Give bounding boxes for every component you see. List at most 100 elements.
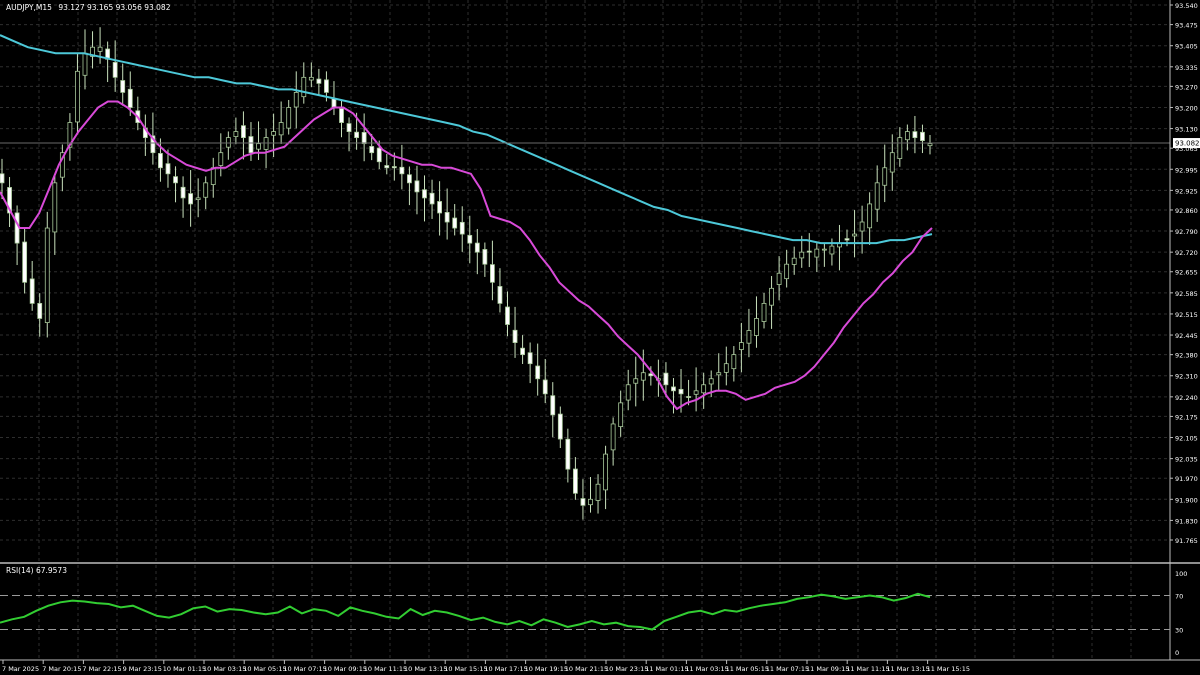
candle-body <box>791 257 797 265</box>
candle-body <box>565 438 571 470</box>
time-tick-label: 10 Mar 13:15 <box>404 665 447 673</box>
current-price-value: 93.082 <box>1175 140 1200 148</box>
price-axis: 93.540 93.475 93.405 93.335 93.270 93.200 93.1… <box>1170 2 1198 545</box>
candle-body <box>37 303 43 319</box>
candle-body <box>429 192 435 205</box>
candle-body <box>369 146 375 154</box>
candle-body <box>339 108 344 123</box>
candle-body <box>814 248 820 258</box>
candle-body <box>618 402 624 428</box>
candle-body <box>610 423 616 451</box>
candle-body <box>286 107 292 129</box>
candle-body <box>467 234 473 244</box>
candle-body <box>693 390 699 395</box>
price-tick-label: 91.765 <box>1175 537 1198 545</box>
time-tick-label: 11 Mar 07:15 <box>766 665 809 673</box>
time-tick-label: 11 Mar 13:15 <box>886 665 929 673</box>
candle-body <box>278 122 284 136</box>
candle-body <box>867 203 873 229</box>
candle-body <box>308 76 314 81</box>
candle-body <box>701 384 707 394</box>
price-tick-label: 93.270 <box>1175 83 1198 91</box>
current-price-tag: 93.082 <box>1173 138 1200 149</box>
candle-body <box>354 131 360 139</box>
price-tick-label: 91.970 <box>1175 475 1198 483</box>
candle-body <box>0 173 5 184</box>
candle-body <box>422 189 427 199</box>
candle-body <box>708 378 714 385</box>
time-tick-label: 10 Mar 11:15 <box>364 665 407 673</box>
price-tick-label: 91.830 <box>1175 517 1198 525</box>
candle-body <box>731 354 737 370</box>
candle-body <box>293 92 299 108</box>
candle-body <box>897 137 903 159</box>
candle-body <box>316 78 322 84</box>
candle-body <box>490 264 495 283</box>
time-tick-label: 10 Mar 05:15 <box>243 665 286 673</box>
candle-body <box>165 163 171 175</box>
price-tick-label: 93.335 <box>1175 64 1198 72</box>
candle-body <box>75 70 80 123</box>
candle-body <box>444 212 450 223</box>
candle-body <box>271 131 277 136</box>
candle-body <box>361 132 367 145</box>
symbol-timeframe-label: AUDJPY,M15 93.127 93.165 93.056 93.082 <box>6 3 171 12</box>
candle-body <box>384 165 390 169</box>
candle-body <box>799 251 805 259</box>
price-tick-label: 92.655 <box>1175 269 1198 277</box>
time-tick-label: 11 Mar 15:15 <box>927 665 970 673</box>
candle-body <box>82 52 88 76</box>
candle-body <box>210 167 216 185</box>
candle-body <box>512 329 518 343</box>
candle-body <box>203 182 209 198</box>
candle-body <box>29 278 35 304</box>
price-tick-label: 93.130 <box>1175 126 1198 134</box>
candle-body <box>723 363 729 373</box>
candle-body <box>754 318 759 336</box>
price-tick-label: 92.720 <box>1175 249 1198 257</box>
candle-body <box>580 498 586 506</box>
time-tick-label: 11 Mar 11:15 <box>846 665 889 673</box>
price-tick-label: 91.900 <box>1175 496 1198 504</box>
time-tick-label: 10 Mar 17:15 <box>484 665 527 673</box>
time-tick-label: 10 Mar 15:15 <box>444 665 487 673</box>
rsi-level-label: 70 <box>1175 593 1183 601</box>
candle-body <box>158 153 163 169</box>
candle-body <box>671 386 676 392</box>
candle-body <box>376 147 382 163</box>
time-tick-label: 11 Mar 05:15 <box>726 665 769 673</box>
candle-body <box>52 182 58 233</box>
candle-body <box>44 227 50 323</box>
candle-body <box>588 498 593 506</box>
candle-body <box>414 180 420 193</box>
candle-body <box>852 233 857 237</box>
price-tick-label: 92.995 <box>1175 166 1198 174</box>
rsi-label: RSI(14) 67.9573 <box>6 566 67 575</box>
candle-body <box>112 62 118 78</box>
candle-body <box>173 176 178 184</box>
symbol-timeframe: AUDJPY,M15 <box>6 3 52 12</box>
candle-body <box>821 248 827 251</box>
time-tick-label: 10 Mar 07:15 <box>283 665 326 673</box>
price-tick-label: 92.310 <box>1175 373 1198 381</box>
time-tick-label: 10 Mar 21:15 <box>565 665 608 673</box>
time-tick-label: 7 Mar 20:15 <box>42 665 81 673</box>
chart-canvas[interactable]: AUDJPY,M15 93.127 93.165 93.056 93.082 9… <box>0 0 1200 675</box>
ohlc-values: 93.127 93.165 93.056 93.082 <box>58 3 170 12</box>
candle-body <box>557 413 563 440</box>
candle-body <box>256 143 261 150</box>
candle-body <box>920 131 925 142</box>
candle-body <box>22 241 28 283</box>
rsi-level-label: 0 <box>1175 649 1179 657</box>
price-tick-label: 93.540 <box>1175 2 1198 10</box>
candle-body <box>572 468 578 494</box>
candle-body <box>399 166 405 175</box>
candle-body <box>686 396 691 398</box>
time-tick-label: 10 Mar 23:15 <box>605 665 648 673</box>
candle-body <box>459 221 465 235</box>
time-tick-label: 11 Mar 01:15 <box>645 665 688 673</box>
candle-body <box>829 245 835 255</box>
candle-body <box>497 286 503 304</box>
price-tick-label: 92.380 <box>1175 352 1198 360</box>
price-tick-label: 92.240 <box>1175 394 1198 402</box>
